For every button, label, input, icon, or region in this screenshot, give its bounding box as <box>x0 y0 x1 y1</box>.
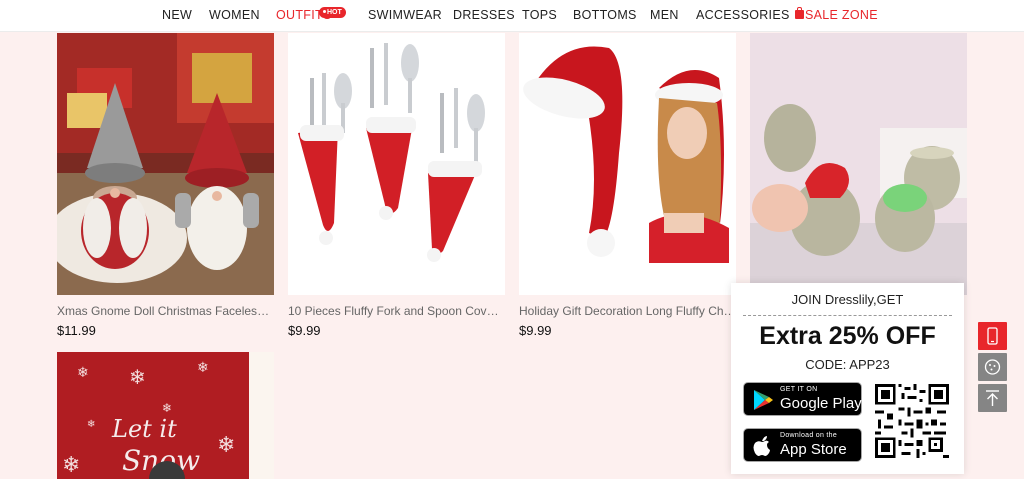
svg-text:❄: ❄ <box>77 365 89 381</box>
nav-swimwear[interactable]: SWIMWEAR <box>368 8 442 22</box>
nav-women[interactable]: WOMEN <box>209 8 260 22</box>
cookie-settings-button[interactable] <box>978 353 1007 381</box>
svg-text:Let it: Let it <box>111 415 177 443</box>
app-store-label: App Store <box>780 441 847 458</box>
hot-badge: HOT <box>319 7 346 18</box>
google-play-icon <box>754 390 773 410</box>
nav-new[interactable]: NEW <box>162 8 192 22</box>
google-play-button[interactable]: GET IT ON Google Play <box>743 382 862 416</box>
shopping-bag-icon <box>795 7 804 19</box>
google-play-small: GET IT ON <box>780 386 818 393</box>
top-navigation: NEW WOMEN OUTFITS HOT SWIMWEAR DRESSES T… <box>0 0 1024 32</box>
app-store-small: Download on the <box>780 432 838 439</box>
promo-offer: Extra 25% OFF <box>759 322 936 350</box>
svg-text:❄: ❄ <box>62 453 80 478</box>
product-title[interactable]: Xmas Gnome Doll Christmas Faceless Ornam… <box>57 304 274 318</box>
product-image-santa-hat[interactable] <box>519 33 736 295</box>
nav-bottoms[interactable]: BOTTOMS <box>573 8 637 22</box>
nav-dresses[interactable]: DRESSES <box>453 8 515 22</box>
product-image-cutlery[interactable] <box>288 33 505 295</box>
promo-divider <box>743 315 952 316</box>
product-image-dino-eggs[interactable] <box>750 33 967 295</box>
cookie-icon <box>984 359 1001 375</box>
product-price: $9.99 <box>519 323 552 338</box>
qr-code <box>875 384 949 458</box>
promo-code: CODE: APP23 <box>805 357 890 372</box>
app-store-button[interactable]: Download on the App Store <box>743 428 862 462</box>
svg-text:❄: ❄ <box>129 365 146 389</box>
product-title[interactable]: Holiday Gift Decoration Long Fluffy Chri… <box>519 304 736 318</box>
svg-text:❄: ❄ <box>197 360 209 376</box>
nav-sale-zone[interactable]: SALE ZONE <box>795 7 878 22</box>
google-play-label: Google Play <box>780 395 862 412</box>
nav-accessories[interactable]: ACCESSORIES <box>696 8 790 22</box>
phone-icon <box>987 327 998 345</box>
app-download-button[interactable] <box>978 322 1007 350</box>
back-to-top-button[interactable] <box>978 384 1007 412</box>
svg-text:❄: ❄ <box>162 401 172 415</box>
promo-join-text: JOIN Dresslily,GET <box>791 292 904 307</box>
product-image-gnomes[interactable] <box>57 33 274 295</box>
nav-men[interactable]: MEN <box>650 8 679 22</box>
app-promo-popup: JOIN Dresslily,GET Extra 25% OFF CODE: A… <box>731 283 964 474</box>
back-to-top-icon <box>986 390 999 406</box>
svg-text:❄: ❄ <box>87 419 95 430</box>
apple-icon <box>753 436 770 456</box>
product-price: $11.99 <box>57 323 96 338</box>
product-price: $9.99 <box>288 323 321 338</box>
svg-text:❄: ❄ <box>217 433 235 458</box>
product-title[interactable]: 10 Pieces Fluffy Fork and Spoon Cover Se… <box>288 304 505 318</box>
product-image-table-runner[interactable]: ❄ ❄ ❄ ❄ ❄ ❄ ❄ Let it Snow <box>57 352 274 479</box>
nav-tops[interactable]: TOPS <box>522 8 557 22</box>
nav-sale-zone-label: SALE ZONE <box>805 8 878 22</box>
